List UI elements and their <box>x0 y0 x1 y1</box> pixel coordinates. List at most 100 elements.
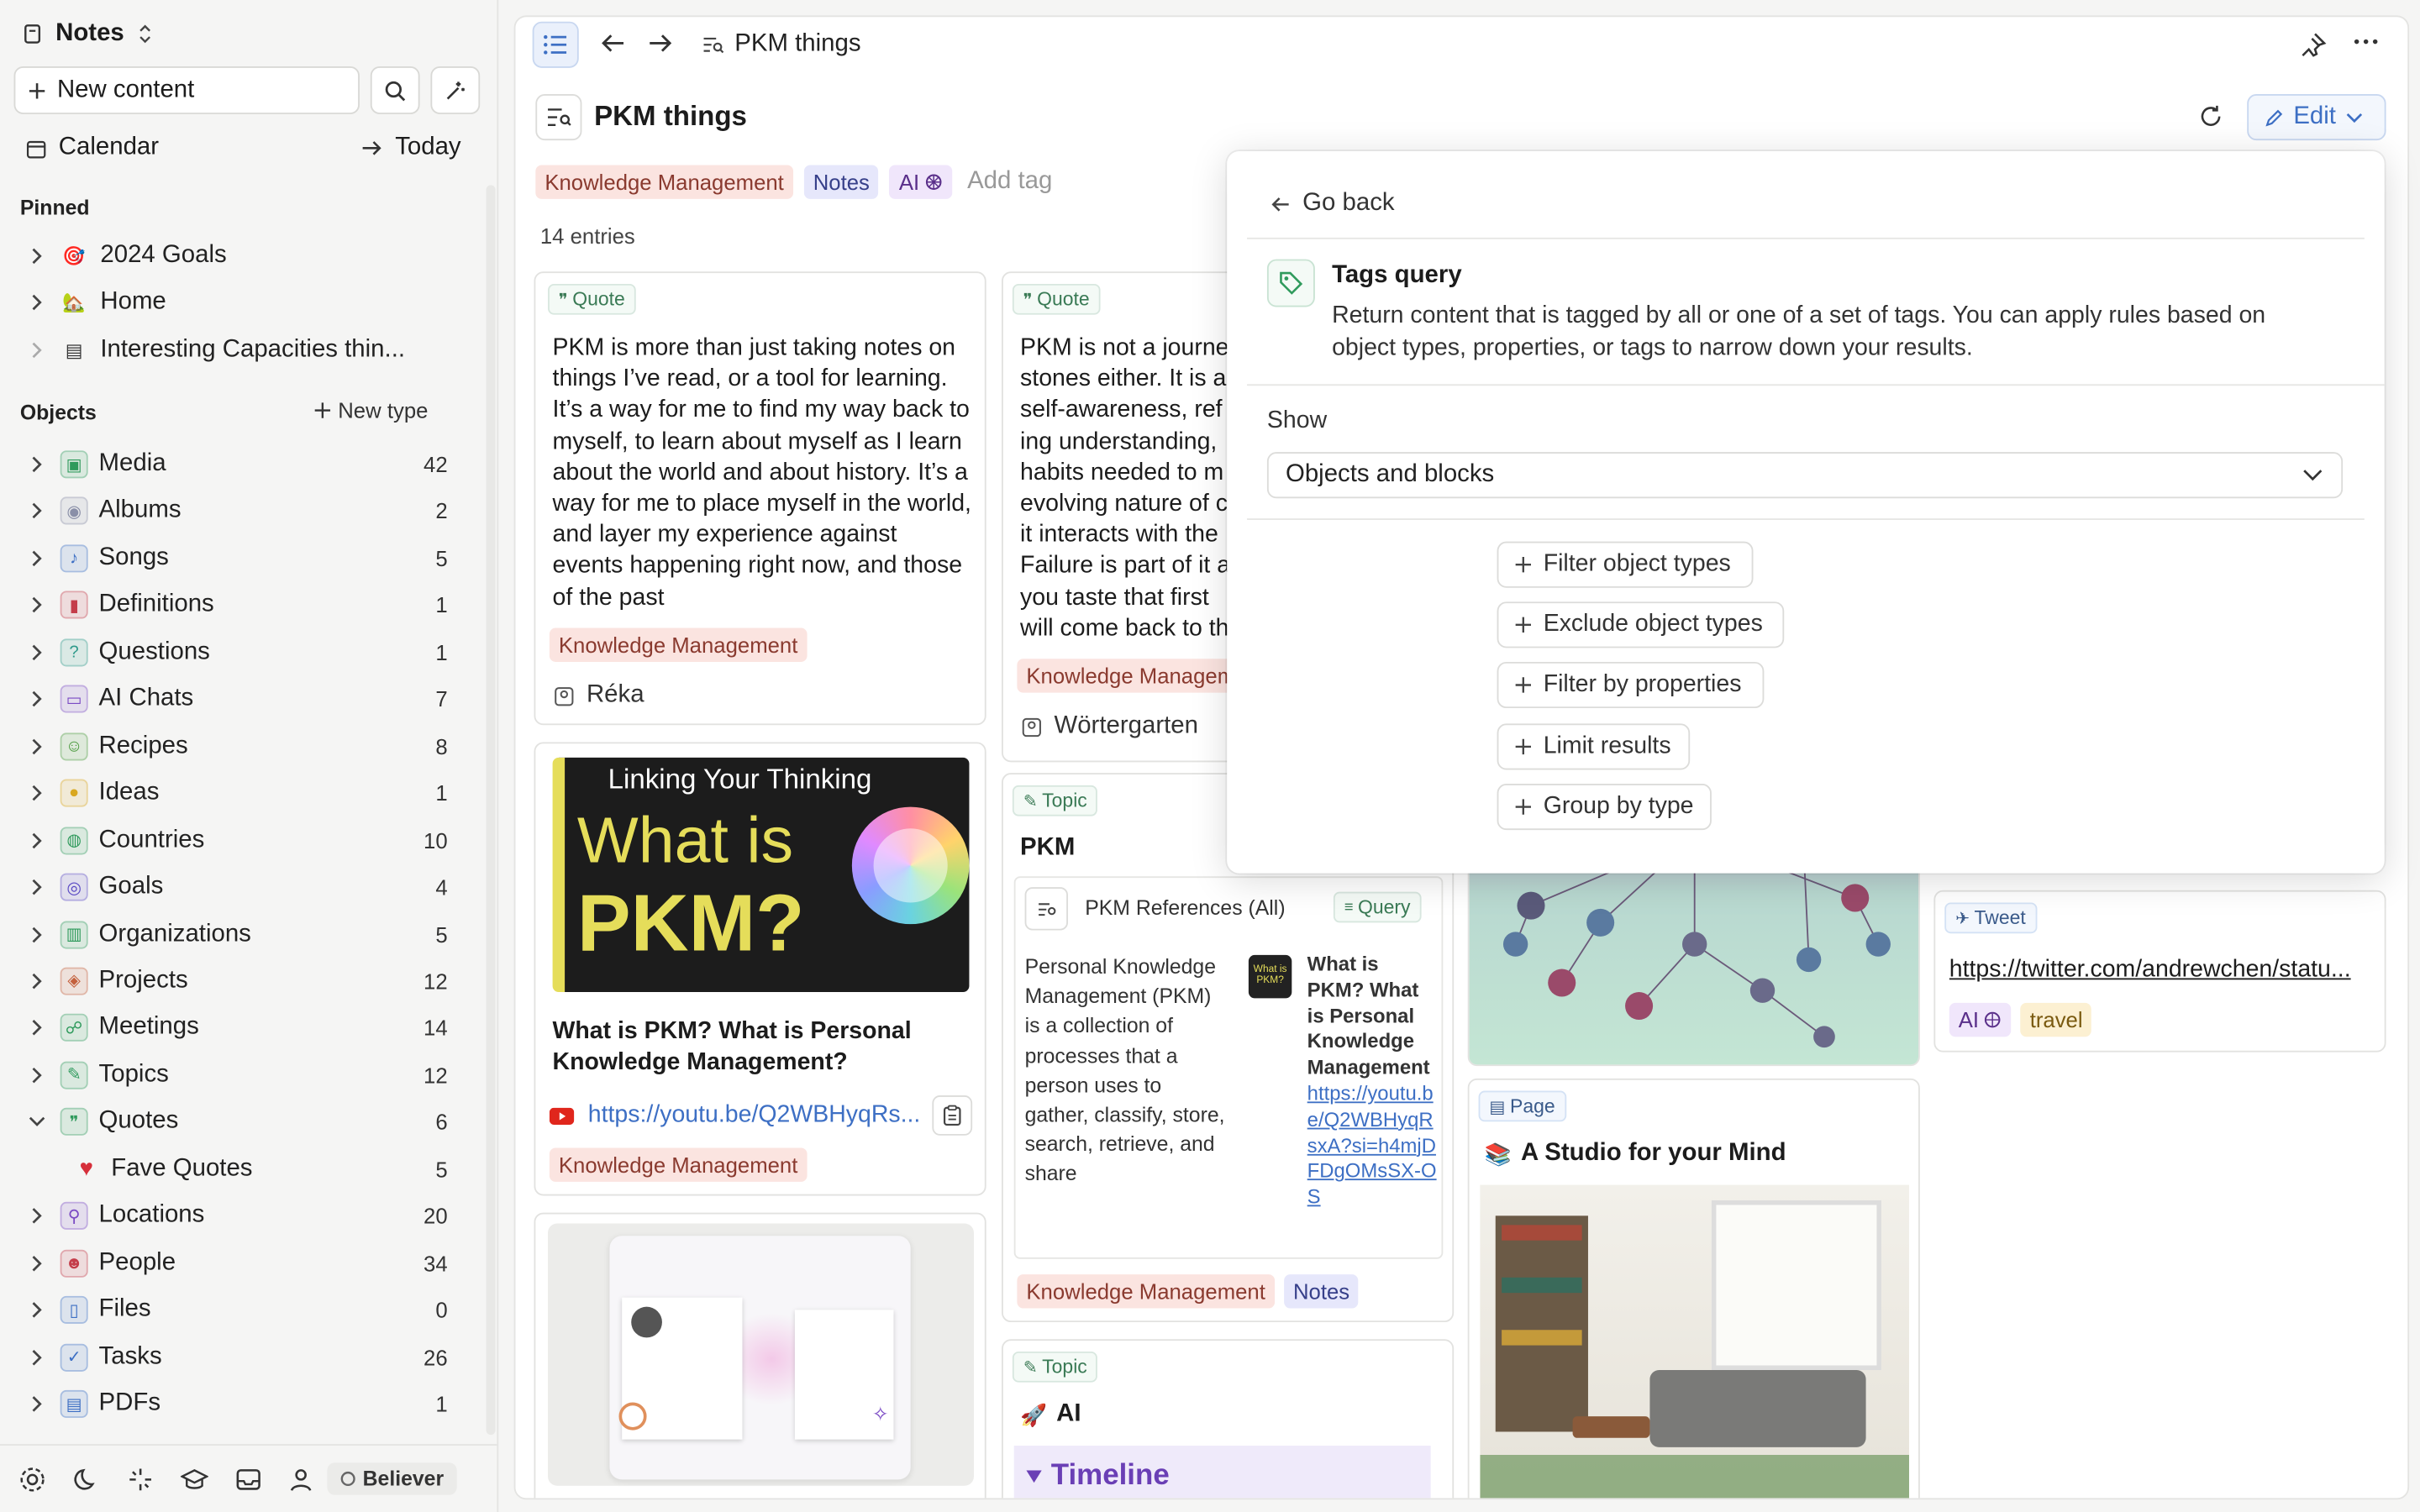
plan-badge[interactable]: Believer <box>327 1462 456 1495</box>
search-button[interactable] <box>370 66 420 114</box>
object-type-meetings[interactable]: ☍ Meetings 14 <box>0 1005 494 1051</box>
timeline-block[interactable]: Timeline <box>1013 1445 1431 1499</box>
object-type-albums[interactable]: ◉ Albums 2 <box>0 488 494 534</box>
chevron-right-icon[interactable] <box>18 1198 55 1235</box>
new-content-button[interactable]: New content <box>13 66 360 114</box>
page-type-button[interactable] <box>535 94 582 141</box>
graduation-cap-icon[interactable] <box>180 1465 208 1493</box>
quote-card[interactable]: ❞ Quote PKM is more than just taking note… <box>534 271 986 726</box>
new-type-button[interactable]: New type <box>313 398 428 423</box>
group-by-type-button[interactable]: Group by type <box>1497 784 1712 831</box>
object-type-organizations[interactable]: ▥ Organizations 5 <box>0 911 494 958</box>
object-type-people[interactable]: ☻ People 34 <box>0 1240 494 1286</box>
workspace-switcher[interactable]: Notes <box>22 15 155 52</box>
sidebar-scrollbar[interactable] <box>486 185 496 1436</box>
object-type-ai-chats[interactable]: ▭ AI Chats 7 <box>0 676 494 722</box>
embedded-query[interactable]: PKM References (All) ≡ Query Personal Kno… <box>1013 876 1444 1259</box>
ai-assistant-button[interactable] <box>430 66 481 114</box>
chevron-right-icon[interactable] <box>18 1385 55 1422</box>
filter-by-properties-button[interactable]: Filter by properties <box>1497 661 1765 709</box>
object-type-tasks[interactable]: ✓ Tasks 26 <box>0 1334 494 1380</box>
pinned-item[interactable]: 🎯 2024 Goals <box>0 233 494 279</box>
exclude-object-types-button[interactable]: Exclude object types <box>1497 601 1785 648</box>
page-card[interactable]: ▤ Page 📚 A Studio for your Mind <box>1467 1078 1920 1499</box>
breadcrumb[interactable]: PKM things <box>702 31 861 59</box>
tweet-card[interactable]: ✈ Tweet https://twitter.com/andrewchen/st… <box>1933 890 2386 1053</box>
object-type-media[interactable]: ▣ Media 42 <box>0 441 494 487</box>
inbox-icon[interactable] <box>234 1465 262 1493</box>
object-type-quotes[interactable]: ❞ Quotes 6 <box>0 1099 494 1145</box>
add-tag-input[interactable]: Add tag <box>967 168 1052 196</box>
chevron-right-icon[interactable] <box>18 869 55 906</box>
tag-knowledge-management[interactable]: Knowledge Management <box>549 627 808 662</box>
today-link[interactable]: Today <box>361 131 461 165</box>
copy-button[interactable] <box>932 1095 973 1136</box>
pinned-item[interactable]: 🏡 Home <box>0 279 494 325</box>
tag-knowledge-management[interactable]: Knowledge Management <box>1017 1274 1275 1309</box>
chevron-right-icon[interactable] <box>18 963 55 1000</box>
query-result-link[interactable]: https://youtu.be/Q2WBHyqRsxA?si=h4mjDFDg… <box>1307 1082 1437 1211</box>
topic-card-ai[interactable]: ✎ Topic 🚀 AI Timeline <box>1002 1339 1455 1499</box>
chevron-right-icon[interactable] <box>18 1245 55 1282</box>
edit-button[interactable]: Edit <box>2247 94 2386 141</box>
chevron-right-icon[interactable] <box>18 680 55 717</box>
query-type-button[interactable] <box>1024 887 1068 931</box>
chevron-right-icon[interactable] <box>18 1338 55 1375</box>
chevron-right-icon[interactable] <box>18 1291 55 1328</box>
object-type-questions[interactable]: ? Questions 1 <box>0 629 494 675</box>
filter-object-types-button[interactable]: Filter object types <box>1497 541 1754 588</box>
chevron-right-icon[interactable] <box>18 587 55 624</box>
object-type-pdfs[interactable]: ▤ PDFs 1 <box>0 1381 494 1427</box>
object-type-ideas[interactable]: ● Ideas 1 <box>0 770 494 816</box>
tag-ai[interactable]: AI <box>1949 1002 2012 1037</box>
object-type-definitions[interactable]: ▮ Definitions 1 <box>0 582 494 628</box>
chevron-right-icon[interactable] <box>18 332 55 369</box>
chevron-right-icon[interactable] <box>18 1057 55 1094</box>
back-arrow-icon[interactable] <box>600 33 624 55</box>
chevron-right-icon[interactable] <box>18 634 55 671</box>
forward-arrow-icon[interactable] <box>648 33 672 55</box>
spark-icon[interactable] <box>127 1465 155 1493</box>
object-type-files[interactable]: ▯ Files 0 <box>0 1287 494 1333</box>
object-type-songs[interactable]: ♪ Songs 5 <box>0 535 494 581</box>
object-type-projects[interactable]: ◈ Projects 12 <box>0 958 494 1004</box>
calendar-link[interactable]: Calendar <box>26 131 159 165</box>
video-card[interactable]: Linking Your Thinking What is PKM? What … <box>534 742 986 1196</box>
user-icon[interactable] <box>288 1467 313 1491</box>
chevron-right-icon[interactable] <box>18 540 55 577</box>
tag-travel[interactable]: travel <box>2020 1002 2092 1037</box>
tag-knowledge-management[interactable]: Knowledge Management <box>549 1147 808 1182</box>
chevron-down-icon[interactable] <box>18 1104 55 1141</box>
chevron-right-icon[interactable] <box>18 1010 55 1047</box>
go-back-button[interactable]: Go back <box>1270 190 1395 218</box>
pinned-item[interactable]: ▤ Interesting Capacities thin... <box>0 327 494 373</box>
chevron-right-icon[interactable] <box>18 493 55 530</box>
quote-author[interactable]: Wörtergarten <box>1022 713 1198 741</box>
tweet-url[interactable]: https://twitter.com/andrewchen/statu... <box>1949 957 2375 984</box>
video-link[interactable]: https://youtu.be/Q2WBHyqRs... <box>549 1101 924 1129</box>
video-thumbnail[interactable]: Linking Your Thinking What is PKM? <box>552 757 970 992</box>
gear-icon[interactable] <box>18 1465 46 1493</box>
object-type-fave-quotes[interactable]: ♥ Fave Quotes 5 <box>0 1146 494 1192</box>
query-result-title[interactable]: What is PKM? What is Personal Knowledge … <box>1307 952 1440 1081</box>
moon-icon[interactable] <box>72 1465 100 1493</box>
object-type-countries[interactable]: ◍ Countries 10 <box>0 817 494 864</box>
limit-results-button[interactable]: Limit results <box>1497 723 1691 770</box>
chevron-right-icon[interactable] <box>18 727 55 764</box>
chevron-right-icon[interactable] <box>18 284 55 321</box>
tag-notes[interactable]: Notes <box>803 165 879 199</box>
chevron-right-icon[interactable] <box>18 774 55 811</box>
image-card[interactable]: ✧ <box>534 1212 986 1499</box>
tag-notes[interactable]: Notes <box>1283 1274 1360 1309</box>
sidebar-toggle-button[interactable] <box>532 21 579 68</box>
chevron-right-icon[interactable] <box>18 446 55 483</box>
object-type-goals[interactable]: ◎ Goals 4 <box>0 864 494 911</box>
refresh-icon[interactable] <box>2197 103 2223 129</box>
object-type-locations[interactable]: ⚲ Locations 20 <box>0 1193 494 1239</box>
quote-author[interactable]: Réka <box>554 682 644 710</box>
chevron-right-icon[interactable] <box>18 822 55 858</box>
show-select[interactable]: Objects and blocks <box>1266 452 2344 499</box>
tag-ai[interactable]: AI <box>889 165 952 199</box>
chevron-right-icon[interactable] <box>18 916 55 953</box>
object-type-recipes[interactable]: ☺ Recipes 8 <box>0 723 494 769</box>
